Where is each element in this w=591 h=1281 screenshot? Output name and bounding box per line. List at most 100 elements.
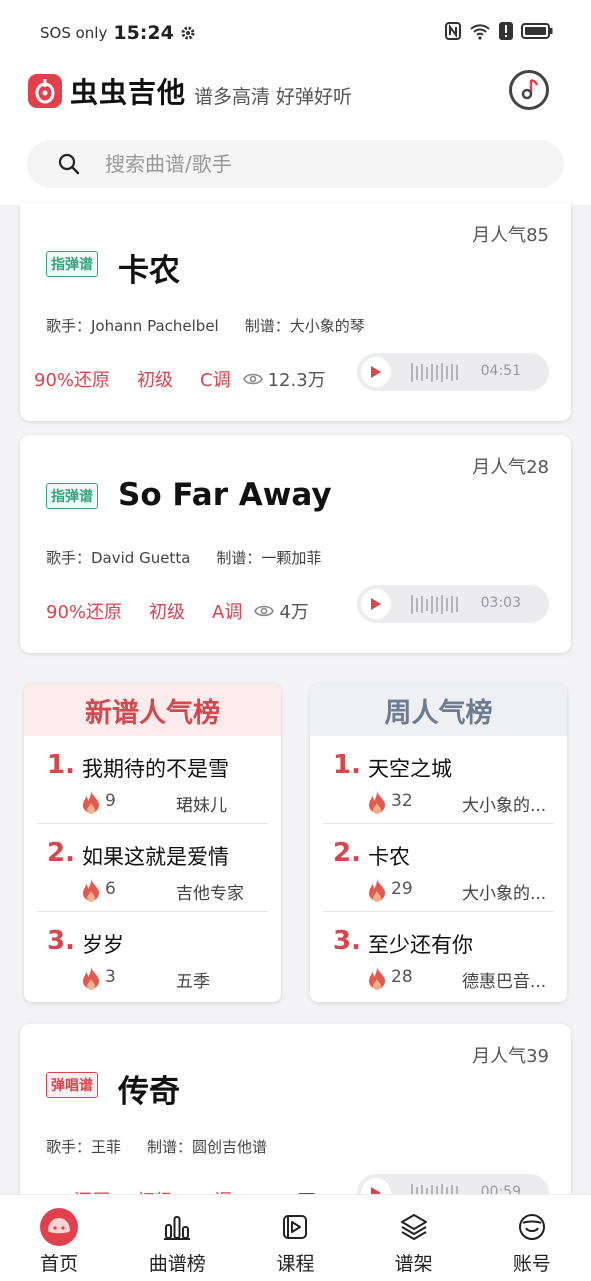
- play-icon: [371, 366, 381, 378]
- settings-gear-icon: [181, 26, 195, 40]
- tab-label: 首页: [40, 1253, 79, 1275]
- fire-icon: [83, 791, 99, 814]
- rank-count: 9: [105, 791, 116, 811]
- song-meta: 歌手：David Guetta 制谱：一颗加菲: [46, 547, 321, 568]
- view-count: 12.3万: [267, 370, 326, 391]
- duration: 04:51: [480, 363, 521, 379]
- restore-rate: 90%还原: [46, 602, 123, 623]
- fire-icon: [369, 879, 385, 902]
- arranger: 制谱：大小象的琴: [244, 317, 365, 335]
- ranking-title: 周人气榜: [310, 684, 567, 736]
- waveform: [411, 595, 458, 614]
- rank-song: 卡农: [368, 845, 410, 869]
- rank-author: 大小象的...: [462, 884, 547, 904]
- ranking-item[interactable]: 3. 至少还有你 28 德惠巴音...: [323, 912, 554, 999]
- restore-rate: 90%还原: [34, 370, 111, 391]
- song-title: So Far Away: [118, 477, 332, 513]
- rank-author: 德惠巴音...: [462, 972, 547, 992]
- bar-chart-icon: [157, 1207, 197, 1247]
- wifi-icon: [470, 24, 490, 40]
- layers-icon: [394, 1207, 434, 1247]
- singer: 歌手：王菲: [46, 1138, 122, 1156]
- clock: 15:24: [113, 22, 174, 44]
- score-type-tag: 指弹谱: [46, 251, 98, 277]
- weekly-ranking[interactable]: 周人气榜 1. 天空之城 32 大小象的... 2. 卡农 29 大小象的...…: [310, 684, 567, 1002]
- video-play-icon: [275, 1207, 315, 1247]
- song-key: A调: [212, 602, 243, 623]
- view-count: 4万: [279, 602, 309, 623]
- song-card[interactable]: 月人气28 指弹谱 So Far Away 歌手：David Guetta 制谱：…: [20, 435, 571, 653]
- rank-author: 大小象的...: [462, 796, 547, 816]
- rank-count: 29: [391, 879, 413, 899]
- audio-preview[interactable]: 03:03: [357, 585, 549, 623]
- nfc-icon: [445, 22, 461, 40]
- rank-number: 1.: [333, 750, 361, 780]
- app-name: 虫虫吉他: [70, 76, 187, 109]
- tab-course[interactable]: 课程: [236, 1195, 354, 1281]
- tab-shelf[interactable]: 谱架: [355, 1195, 473, 1281]
- ranking-item[interactable]: 1. 天空之城 32 大小象的...: [323, 736, 554, 824]
- song-meta: 歌手：Johann Pachelbel 制谱：大小象的琴: [46, 315, 365, 336]
- tab-label: 账号: [512, 1253, 551, 1275]
- tab-account[interactable]: 账号: [473, 1195, 591, 1281]
- arranger: 制谱：圆创吉他谱: [147, 1138, 268, 1156]
- app-logo: [28, 74, 62, 108]
- music-disc-button[interactable]: [509, 70, 549, 110]
- ranking-item[interactable]: 1. 我期待的不是雪 9 珺妹儿: [37, 736, 268, 824]
- status-bar: SOS only 15:24: [0, 0, 591, 66]
- rank-song: 天空之城: [368, 757, 452, 781]
- song-title: 传奇: [118, 1074, 180, 1110]
- rank-count: 32: [391, 791, 413, 811]
- singer: 歌手：David Guetta: [46, 549, 191, 567]
- ranking-item[interactable]: 2. 如果这就是爱情 6 吉他专家: [37, 824, 268, 912]
- rank-number: 3.: [333, 926, 361, 956]
- rank-song: 如果这就是爱情: [82, 845, 229, 869]
- smile-face-icon: [512, 1207, 552, 1247]
- duration: 03:03: [480, 595, 521, 611]
- alert-icon: [499, 22, 513, 40]
- rank-number: 2.: [47, 838, 75, 868]
- rank-count: 28: [391, 967, 413, 987]
- app-slogan: 谱多高清 好弹好听: [194, 85, 353, 108]
- tab-chart[interactable]: 曲谱榜: [118, 1195, 236, 1281]
- rank-author: 五季: [176, 972, 210, 992]
- tab-label: 谱架: [394, 1253, 433, 1275]
- ranking-item[interactable]: 2. 卡农 29 大小象的...: [323, 824, 554, 912]
- audio-preview[interactable]: 04:51: [357, 353, 549, 391]
- arranger: 制谱：一颗加菲: [216, 549, 322, 567]
- search-bar[interactable]: [27, 140, 564, 188]
- ranking-title: 新谱人气榜: [24, 684, 281, 736]
- singer: 歌手：Johann Pachelbel: [46, 317, 219, 335]
- play-button[interactable]: [361, 589, 391, 619]
- eye-icon: [242, 373, 263, 385]
- rank-song: 我期待的不是雪: [82, 757, 229, 781]
- play-button[interactable]: [361, 357, 391, 387]
- tab-label: 曲谱榜: [148, 1253, 206, 1275]
- song-stats: 90%还原 初级 A调 4万: [46, 598, 309, 624]
- home-face-icon: [39, 1207, 79, 1247]
- song-key: C调: [200, 370, 231, 391]
- monthly-popularity: 月人气85: [472, 225, 549, 246]
- search-input[interactable]: [103, 151, 507, 177]
- new-score-ranking[interactable]: 新谱人气榜 1. 我期待的不是雪 9 珺妹儿 2. 如果这就是爱情 6 吉他专家…: [24, 684, 281, 1002]
- song-card[interactable]: 月人气85 指弹谱 卡农 歌手：Johann Pachelbel 制谱：大小象的琴…: [20, 203, 571, 421]
- song-meta: 歌手：王菲 制谱：圆创吉他谱: [46, 1136, 267, 1157]
- rank-number: 1.: [47, 750, 75, 780]
- fire-icon: [369, 791, 385, 814]
- score-type-tag: 指弹谱: [46, 483, 98, 509]
- eye-icon: [254, 605, 275, 617]
- song-stats: 90%还原 初级 C调 12.3万: [34, 366, 326, 392]
- monthly-popularity: 月人气39: [472, 1046, 549, 1067]
- song-title: 卡农: [118, 253, 180, 289]
- bottom-tab-bar: 首页 曲谱榜 课程 谱架 账号: [0, 1194, 591, 1281]
- rank-author: 珺妹儿: [176, 796, 227, 816]
- rank-number: 2.: [333, 838, 361, 868]
- difficulty: 初级: [149, 602, 186, 623]
- tab-home[interactable]: 首页: [0, 1195, 118, 1281]
- ranking-item[interactable]: 3. 岁岁 3 五季: [37, 912, 268, 999]
- difficulty: 初级: [137, 370, 174, 391]
- header: SOS only 15:24 虫虫吉他 谱多高清 好弹好听: [0, 0, 591, 205]
- rank-number: 3.: [47, 926, 75, 956]
- brand: 虫虫吉他 谱多高清 好弹好听: [28, 71, 352, 111]
- waveform: [411, 363, 458, 382]
